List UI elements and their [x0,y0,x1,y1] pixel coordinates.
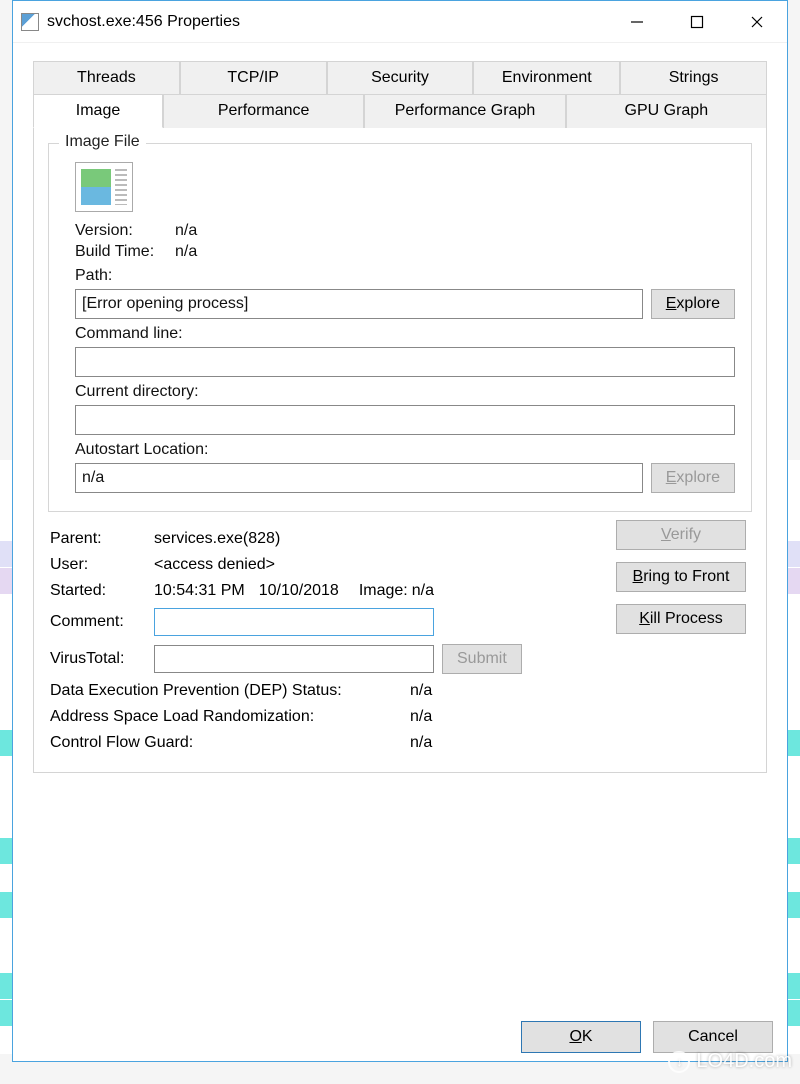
virustotal-label: VirusTotal: [50,650,154,668]
cfg-label: Control Flow Guard: [50,734,410,752]
buildtime-value: n/a [175,243,197,261]
properties-dialog: svchost.exe:456 Properties Threads TCP/I… [12,0,788,1062]
path-label: Path: [75,267,735,285]
explore-path-button[interactable]: Explore [651,289,735,319]
parent-value: services.exe(828) [154,530,280,548]
cancel-button[interactable]: Cancel [653,1021,773,1053]
comment-label: Comment: [50,613,154,631]
curdir-label: Current directory: [75,383,735,401]
image-file-group: Image File Version: n/a Build Time: n/a … [48,143,752,512]
verify-button: Verify [616,520,746,550]
autostart-input[interactable] [75,463,643,493]
close-button[interactable] [727,2,787,42]
submit-button: Submit [442,644,522,674]
bring-to-front-button[interactable]: Bring to Front [616,562,746,592]
image-type-value: n/a [412,582,434,600]
tab-content-image: Image File Version: n/a Build Time: n/a … [33,127,767,773]
started-date: 10/10/2018 [259,582,339,600]
buildtime-label: Build Time: [75,243,175,261]
user-value: <access denied> [154,556,275,574]
aslr-label: Address Space Load Randomization: [50,708,410,726]
autostart-label: Autostart Location: [75,441,735,459]
tab-environment[interactable]: Environment [473,61,620,94]
tab-performance[interactable]: Performance [163,94,364,128]
version-label: Version: [75,222,175,240]
file-icon [75,162,133,212]
tab-tcpip[interactable]: TCP/IP [180,61,327,94]
started-time: 10:54:31 PM [154,582,245,600]
tab-image[interactable]: Image [33,94,163,128]
curdir-input[interactable] [75,405,735,435]
window-title: svchost.exe:456 Properties [47,13,607,31]
virustotal-input[interactable] [154,645,434,673]
version-value: n/a [175,222,197,240]
image-type-label: Image: [359,582,408,600]
titlebar: svchost.exe:456 Properties [13,1,787,43]
maximize-button[interactable] [667,2,727,42]
user-label: User: [50,556,154,574]
path-input[interactable] [75,289,643,319]
app-icon [21,13,39,31]
parent-label: Parent: [50,530,154,548]
kill-process-button[interactable]: Kill Process [616,604,746,634]
comment-input[interactable] [154,608,434,636]
dep-value: n/a [410,682,432,700]
tab-security[interactable]: Security [327,61,474,94]
watermark: ↓ LO4D.com [668,1050,792,1073]
download-icon: ↓ [668,1051,690,1073]
aslr-value: n/a [410,708,432,726]
tab-gpu-graph[interactable]: GPU Graph [566,94,767,128]
started-label: Started: [50,582,154,600]
minimize-button[interactable] [607,2,667,42]
tab-performance-graph[interactable]: Performance Graph [364,94,565,128]
details-section: Verify Bring to Front Kill Process Paren… [38,518,762,768]
cfg-value: n/a [410,734,432,752]
tab-strings[interactable]: Strings [620,61,767,94]
tab-threads[interactable]: Threads [33,61,180,94]
group-title: Image File [59,133,146,151]
explore-autostart-button: Explore [651,463,735,493]
dep-label: Data Execution Prevention (DEP) Status: [50,682,410,700]
ok-button[interactable]: OK [521,1021,641,1053]
cmdline-label: Command line: [75,325,735,343]
cmdline-input[interactable] [75,347,735,377]
